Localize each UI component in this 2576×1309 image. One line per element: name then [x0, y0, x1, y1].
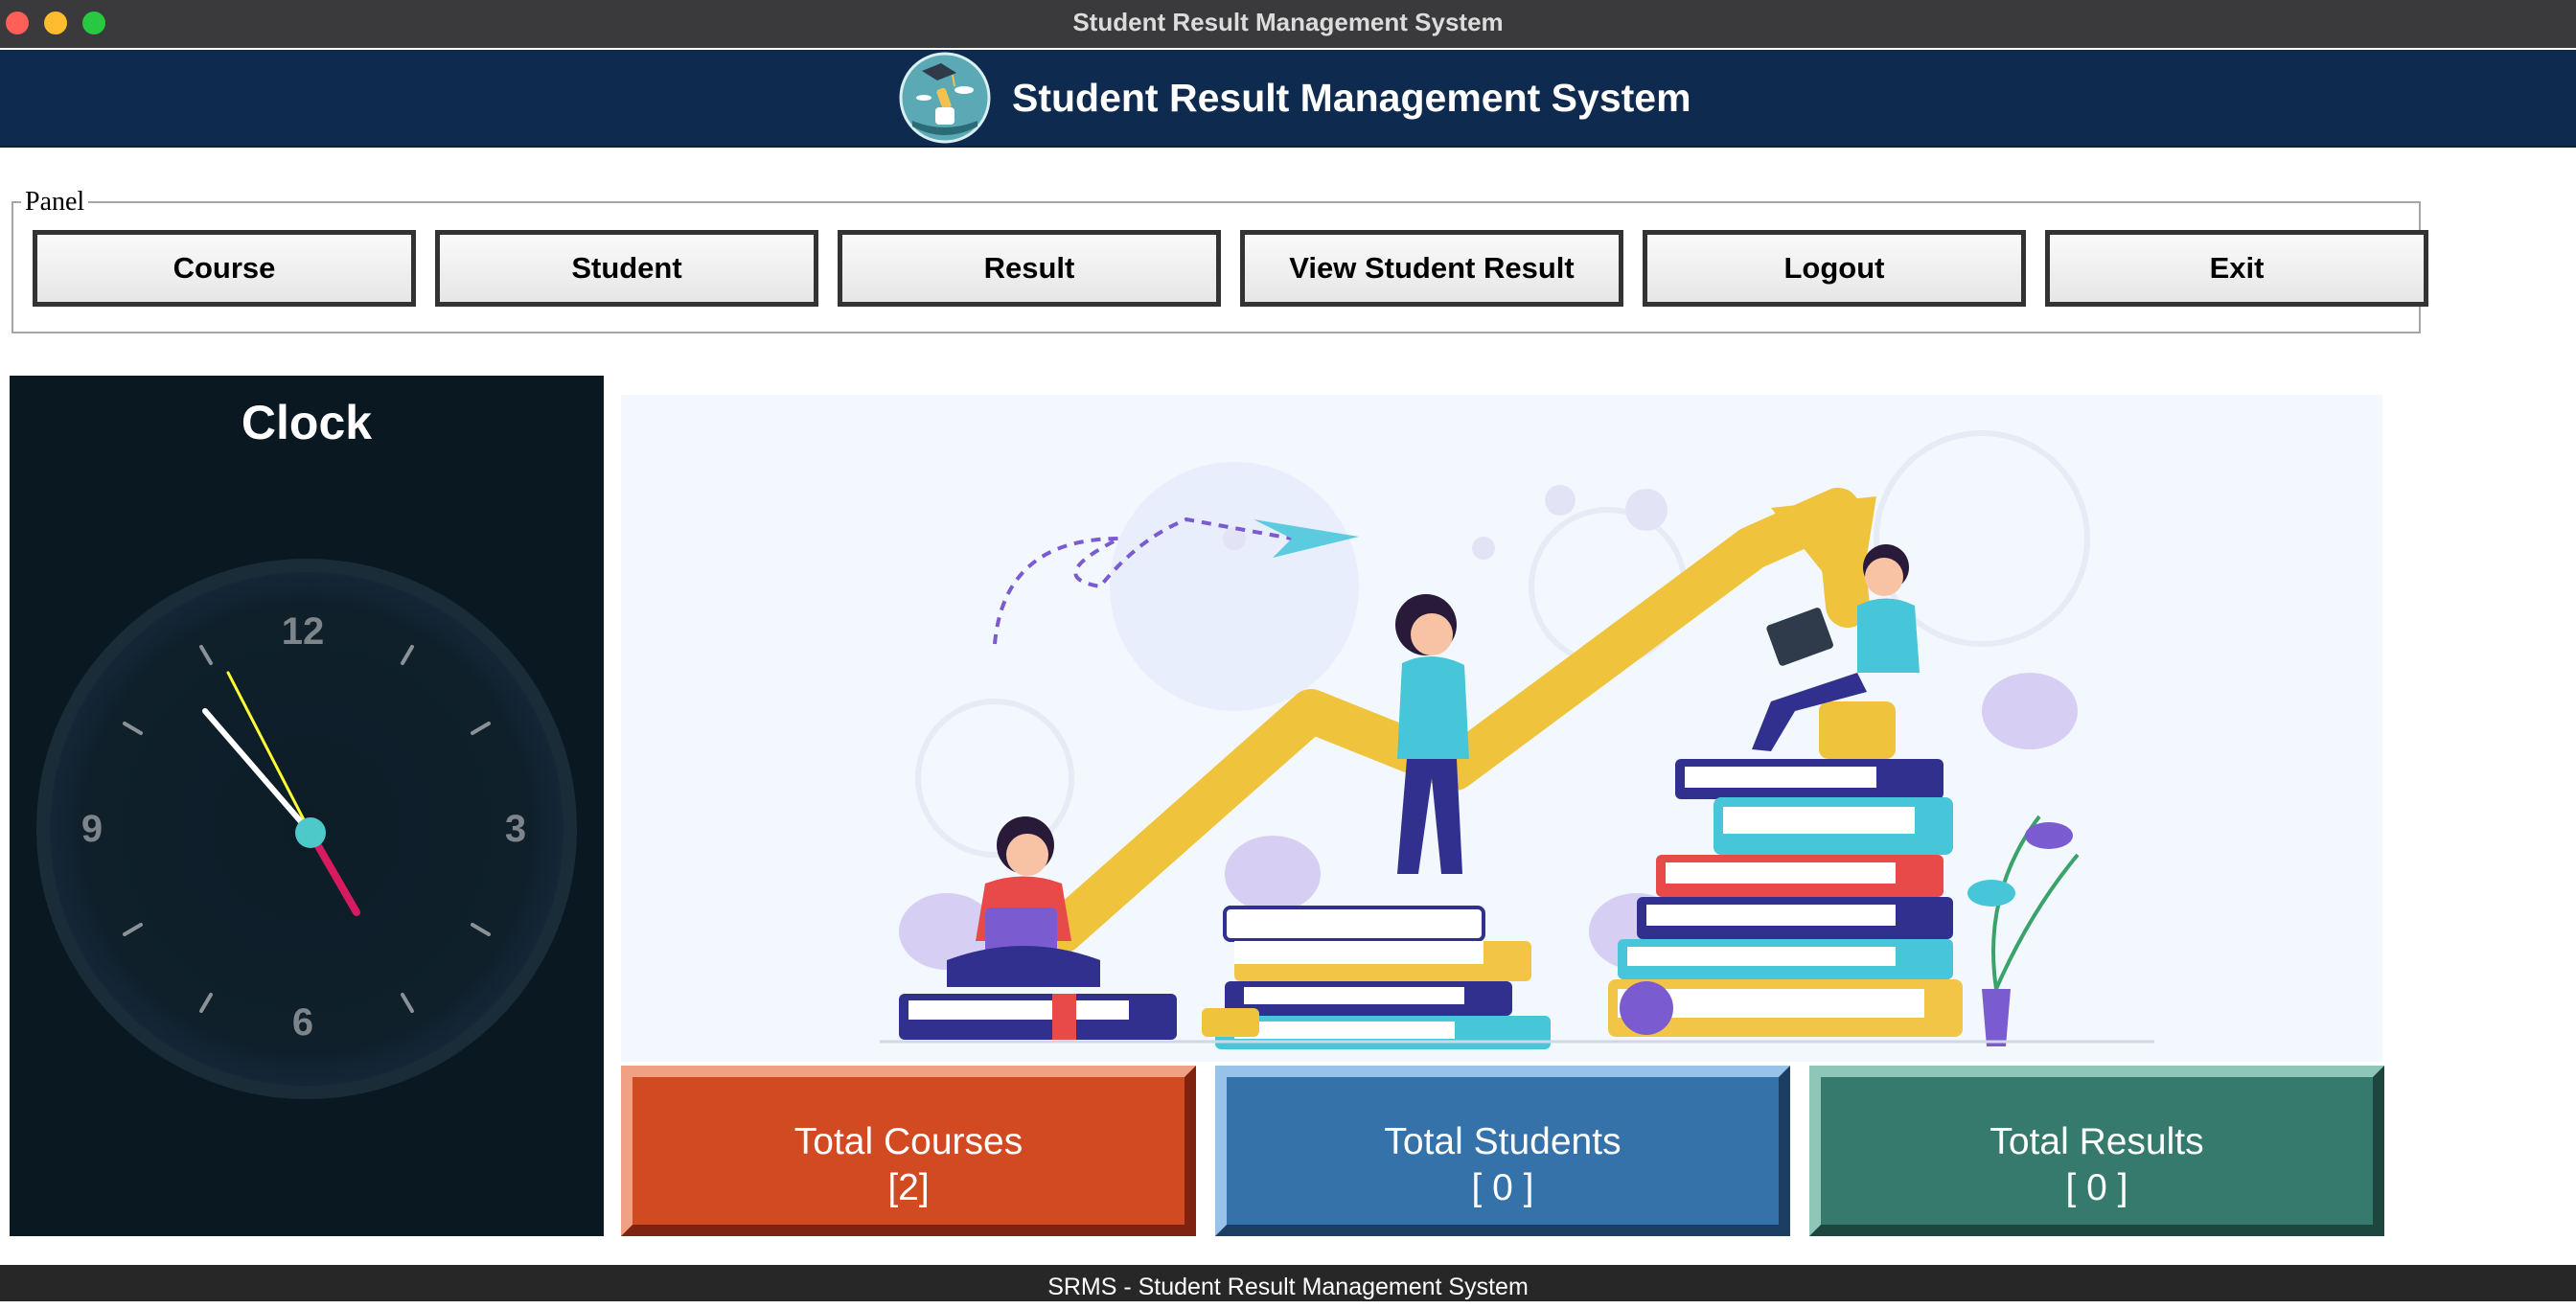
total-results-card: Total Results [ 0 ]: [1809, 1066, 2384, 1236]
numeral-9: 9: [81, 808, 103, 850]
logout-button[interactable]: Logout: [1643, 230, 2026, 307]
total-results-value: [ 0 ]: [2065, 1167, 2128, 1208]
total-courses-value: [2]: [887, 1167, 930, 1208]
student-button[interactable]: Student: [435, 230, 818, 307]
numeral-12: 12: [282, 610, 325, 653]
result-button[interactable]: Result: [838, 230, 1221, 307]
analog-clock: 12 3 6 9: [36, 559, 577, 1099]
numeral-6: 6: [292, 1001, 313, 1044]
clock-center: [295, 817, 326, 848]
clock-title: Clock: [241, 396, 373, 449]
footer: SRMS - Student Result Management System: [0, 1265, 2576, 1301]
clock-panel: Clock 12 3 6 9: [10, 376, 604, 1236]
education-growth-illustration: [621, 395, 2382, 1062]
window-title: Student Result Management System: [1072, 8, 1504, 36]
graduate-logo-icon: [899, 52, 991, 144]
total-courses-card: Total Courses [2]: [621, 1066, 1196, 1236]
app-title: Student Result Management System: [1012, 76, 1691, 120]
course-button[interactable]: Course: [33, 230, 416, 307]
panel-legend: Panel: [21, 186, 89, 218]
total-students-label: Total Students: [1384, 1121, 1622, 1162]
view-student-result-button[interactable]: View Student Result: [1240, 230, 1623, 307]
total-students-value: [ 0 ]: [1471, 1167, 1534, 1208]
total-courses-label: Total Courses: [794, 1121, 1024, 1162]
exit-button[interactable]: Exit: [2045, 230, 2428, 307]
total-results-label: Total Results: [1990, 1121, 2204, 1162]
numeral-3: 3: [505, 808, 526, 850]
window-titlebar: Student Result Management System: [0, 0, 2576, 48]
total-students-card: Total Students [ 0 ]: [1215, 1066, 1790, 1236]
